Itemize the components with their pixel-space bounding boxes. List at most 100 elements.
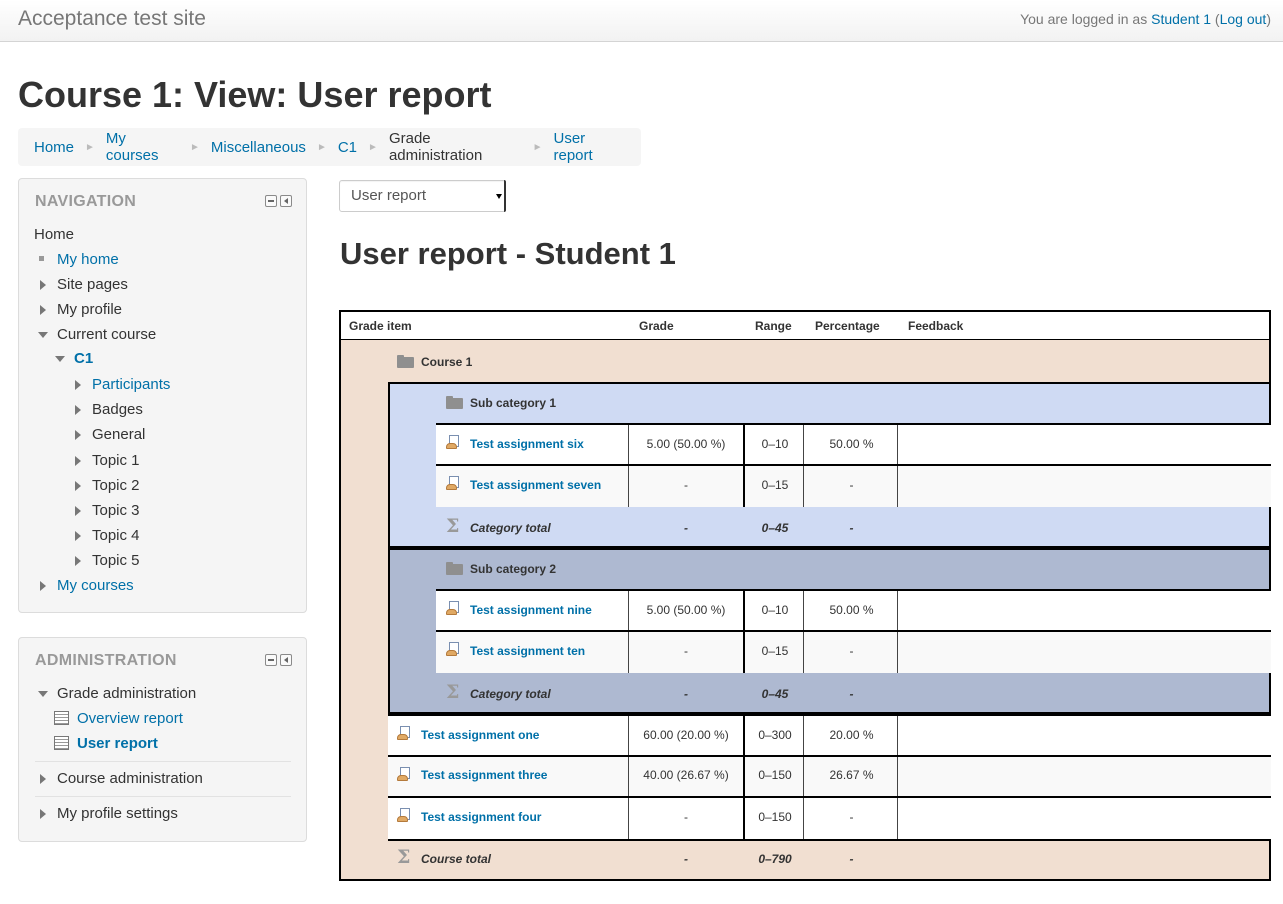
login-info: You are logged in as Student 1 (Log out) [1020,11,1271,27]
admin-overview-report-label[interactable]: Overview report [77,710,183,727]
range-cell: 0–150 [758,810,792,824]
dock-block-icon[interactable] [280,195,292,207]
nav-participants-label[interactable]: Participants [92,376,170,393]
report-icon [54,736,69,750]
subcategory-2-name: Sub category 2 [470,562,557,576]
nav-home[interactable]: Home [34,226,74,243]
admin-profile-settings-label: My profile settings [57,805,178,822]
breadcrumb-my-courses[interactable]: My courses [106,130,179,164]
site-name-link[interactable]: Acceptance test site [18,7,206,31]
expand-arrow-icon [40,809,46,819]
assignment-icon [397,767,411,782]
range-cell: 0–15 [761,644,789,658]
breadcrumb-user-report[interactable]: User report [554,130,625,164]
logout-link[interactable]: Log out [1220,11,1267,27]
percentage-cell: - [849,810,854,824]
item-test-assignment-one[interactable]: Test assignment one [421,728,539,742]
category-total-grade: - [684,687,688,701]
breadcrumb: Home ► My courses ► Miscellaneous ► C1 ►… [18,128,641,166]
navigation-block-title: NAVIGATION [35,193,137,210]
sigma-icon: Σ [446,681,460,703]
admin-course-administration-label: Course administration [57,770,203,787]
admin-user-report-label[interactable]: User report [77,735,158,752]
breadcrumb-separator: ► [189,141,200,153]
subcategory-1-name: Sub category 1 [470,396,557,410]
range-cell: 0–15 [761,478,789,492]
header-grade-item: Grade item [349,319,412,333]
dock-block-icon[interactable] [280,654,292,666]
minimize-block-icon[interactable] [265,654,277,666]
header-range: Range [755,319,792,333]
expand-arrow-icon [75,405,81,415]
minimize-block-icon[interactable] [265,195,277,207]
grade-cell: 40.00 (26.67 %) [643,768,729,782]
admin-divider [35,761,291,762]
report-type-select[interactable]: User report [339,180,506,212]
expand-arrow-icon [75,481,81,491]
user-name-link[interactable]: Student 1 [1151,11,1211,27]
navigation-block: NAVIGATION [18,178,307,613]
course-total-percentage: - [849,852,854,866]
assignment-icon [397,726,411,741]
category-total-percentage: - [849,521,854,535]
grade-cell: 60.00 (20.00 %) [643,728,729,742]
report-icon [54,711,69,725]
item-test-assignment-six[interactable]: Test assignment six [470,437,584,451]
expand-arrow-icon [40,774,46,784]
item-test-assignment-ten[interactable]: Test assignment ten [470,644,585,658]
nav-current-course-label: Current course [57,326,157,343]
expand-arrow-icon [75,556,81,566]
expand-arrow-icon [75,380,81,390]
nav-topic-1-label: Topic 1 [92,452,140,469]
header-feedback: Feedback [908,319,964,333]
grade-cell: - [684,810,688,824]
breadcrumb-separator: ► [85,141,95,153]
category-total-range: 0–45 [761,687,789,701]
user-report-table: Grade item Grade Range Percentage Feedba… [339,310,1271,881]
category-total-label: Category total [470,687,551,701]
admin-divider [35,796,291,797]
percentage-cell: 50.00 % [829,437,874,451]
nav-general-label: General [92,426,146,443]
item-test-assignment-nine[interactable]: Test assignment nine [470,603,592,617]
item-test-assignment-four[interactable]: Test assignment four [421,810,541,824]
header-grade: Grade [639,319,674,333]
percentage-cell: 20.00 % [829,728,874,742]
assignment-icon [446,435,460,450]
administration-block-title: ADMINISTRATION [35,652,177,669]
nav-course-c1-label[interactable]: C1 [74,350,93,367]
assignment-icon [397,808,411,823]
nav-my-courses-label[interactable]: My courses [57,577,134,594]
breadcrumb-miscellaneous[interactable]: Miscellaneous [211,139,306,156]
header-percentage: Percentage [815,319,880,333]
category-total-percentage: - [849,687,854,701]
report-type-select-value: User report [351,187,427,204]
breadcrumb-grade-administration: Grade administration [388,130,483,164]
folder-icon [397,355,414,368]
nav-topic-2-label: Topic 2 [92,477,140,494]
nav-my-home-label[interactable]: My home [57,251,119,268]
collapse-arrow-icon [55,356,65,362]
breadcrumb-home[interactable]: Home [34,139,74,156]
logout-close: ) [1266,11,1271,27]
logout-open: ( [1211,11,1220,27]
item-test-assignment-seven[interactable]: Test assignment seven [470,478,601,492]
range-cell: 0–300 [758,728,792,742]
select-edge [504,180,506,212]
expand-arrow-icon [40,581,46,591]
category-course-1: Course 1 [421,355,473,369]
breadcrumb-separator: ► [368,141,378,153]
sigma-icon: Σ [446,515,460,537]
bullet-icon [39,256,44,261]
sigma-icon: Σ [397,846,411,868]
admin-grade-administration-label: Grade administration [57,685,197,702]
breadcrumb-c1[interactable]: C1 [338,139,357,156]
nav-site-pages-label: Site pages [57,276,128,293]
expand-arrow-icon [40,305,46,315]
item-test-assignment-three[interactable]: Test assignment three [421,768,547,782]
course-total-grade: - [684,852,688,866]
expand-arrow-icon [75,506,81,516]
percentage-cell: 50.00 % [829,603,874,617]
range-cell: 0–150 [758,768,792,782]
nav-badges-label: Badges [92,401,143,418]
